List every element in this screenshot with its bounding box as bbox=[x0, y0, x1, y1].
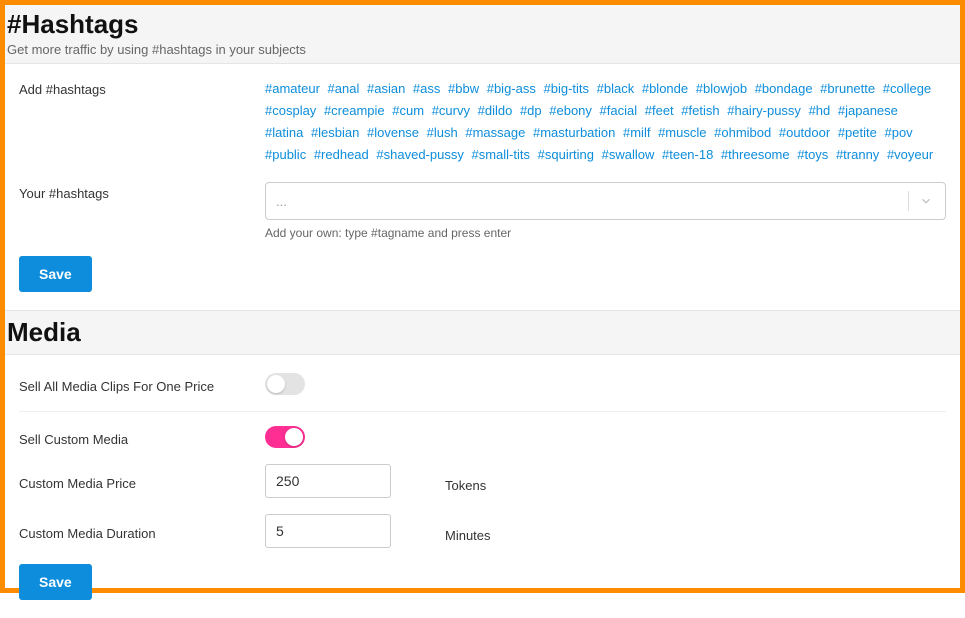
hashtag-link[interactable]: #cosplay bbox=[265, 103, 316, 118]
media-title: Media bbox=[7, 317, 958, 348]
hashtag-link[interactable]: #lush bbox=[427, 125, 458, 140]
hashtag-link[interactable]: #hd bbox=[809, 103, 831, 118]
toggle-knob bbox=[285, 428, 303, 446]
hashtags-body: Add #hashtags #amateur #anal #asian #ass… bbox=[5, 64, 960, 310]
hashtag-link[interactable]: #ass bbox=[413, 81, 440, 96]
divider bbox=[19, 411, 946, 412]
hashtag-link[interactable]: #tranny bbox=[836, 147, 879, 162]
hashtag-link[interactable]: #amateur bbox=[265, 81, 320, 96]
hashtag-link[interactable]: #dildo bbox=[478, 103, 513, 118]
hashtag-link[interactable]: #curvy bbox=[432, 103, 470, 118]
hashtag-link[interactable]: #hairy-pussy bbox=[727, 103, 801, 118]
your-hashtags-select[interactable]: ... bbox=[265, 182, 946, 220]
your-hashtags-label: Your #hashtags bbox=[19, 182, 265, 201]
hashtag-link[interactable]: #facial bbox=[600, 103, 638, 118]
add-hashtags-label: Add #hashtags bbox=[19, 78, 265, 97]
hashtag-link[interactable]: #blowjob bbox=[696, 81, 747, 96]
hashtag-link[interactable]: #petite bbox=[838, 125, 877, 140]
select-divider bbox=[908, 191, 909, 211]
sell-all-label: Sell All Media Clips For One Price bbox=[19, 375, 265, 394]
hashtag-link[interactable]: #black bbox=[597, 81, 635, 96]
hashtag-link[interactable]: #milf bbox=[623, 125, 650, 140]
hashtag-link[interactable]: #shaved-pussy bbox=[376, 147, 463, 162]
hashtag-link[interactable]: #swallow bbox=[602, 147, 655, 162]
hashtag-link[interactable]: #cum bbox=[392, 103, 424, 118]
hashtag-link[interactable]: #masturbation bbox=[533, 125, 615, 140]
hashtag-link[interactable]: #bondage bbox=[755, 81, 813, 96]
hashtag-link[interactable]: #blonde bbox=[642, 81, 688, 96]
custom-duration-input[interactable] bbox=[265, 514, 391, 548]
custom-price-input[interactable] bbox=[265, 464, 391, 498]
hashtag-link[interactable]: #anal bbox=[328, 81, 360, 96]
hashtag-link[interactable]: #big-ass bbox=[487, 81, 536, 96]
sell-custom-label: Sell Custom Media bbox=[19, 428, 265, 447]
hashtag-link[interactable]: #outdoor bbox=[779, 125, 830, 140]
hashtag-link[interactable]: #pov bbox=[884, 125, 912, 140]
hashtag-link[interactable]: #squirting bbox=[538, 147, 594, 162]
hashtag-link[interactable]: #public bbox=[265, 147, 306, 162]
sell-custom-toggle[interactable] bbox=[265, 426, 305, 448]
hashtag-link[interactable]: #lesbian bbox=[311, 125, 359, 140]
duration-suffix: Minutes bbox=[391, 520, 511, 543]
toggle-knob bbox=[267, 375, 285, 393]
media-body: Sell All Media Clips For One Price Sell … bbox=[5, 355, 960, 618]
media-save-button[interactable]: Save bbox=[19, 564, 92, 600]
hashtags-subtitle: Get more traffic by using #hashtags in y… bbox=[7, 42, 958, 57]
hashtag-link[interactable]: #college bbox=[883, 81, 931, 96]
hashtag-link[interactable]: #lovense bbox=[367, 125, 419, 140]
hashtag-link[interactable]: #feet bbox=[645, 103, 674, 118]
hashtag-link[interactable]: #muscle bbox=[658, 125, 706, 140]
hashtag-link[interactable]: #fetish bbox=[681, 103, 719, 118]
hashtag-link[interactable]: #asian bbox=[367, 81, 405, 96]
hashtag-link[interactable]: #ebony bbox=[549, 103, 592, 118]
hashtag-list: #amateur #anal #asian #ass #bbw #big-ass… bbox=[265, 78, 946, 166]
select-placeholder: ... bbox=[276, 194, 287, 209]
hashtag-link[interactable]: #toys bbox=[797, 147, 828, 162]
custom-price-label: Custom Media Price bbox=[19, 472, 265, 491]
hashtag-link[interactable]: #small-tits bbox=[471, 147, 530, 162]
hashtags-save-button[interactable]: Save bbox=[19, 256, 92, 292]
hashtag-link[interactable]: #massage bbox=[465, 125, 525, 140]
hashtag-link[interactable]: #dp bbox=[520, 103, 542, 118]
hashtag-link[interactable]: #voyeur bbox=[887, 147, 933, 162]
price-suffix: Tokens bbox=[391, 470, 511, 493]
hashtag-link[interactable]: #big-tits bbox=[543, 81, 589, 96]
custom-duration-label: Custom Media Duration bbox=[19, 522, 265, 541]
sell-all-toggle[interactable] bbox=[265, 373, 305, 395]
hashtag-hint: Add your own: type #tagname and press en… bbox=[265, 226, 946, 240]
chevron-down-icon bbox=[919, 194, 933, 208]
hashtag-link[interactable]: #teen-18 bbox=[662, 147, 713, 162]
hashtag-link[interactable]: #brunette bbox=[820, 81, 875, 96]
hashtags-title: #Hashtags bbox=[7, 9, 958, 40]
hashtag-link[interactable]: #japanese bbox=[838, 103, 898, 118]
hashtag-link[interactable]: #latina bbox=[265, 125, 303, 140]
hashtag-link[interactable]: #creampie bbox=[324, 103, 385, 118]
hashtag-link[interactable]: #redhead bbox=[314, 147, 369, 162]
hashtags-section-header: #Hashtags Get more traffic by using #has… bbox=[5, 5, 960, 64]
hashtag-link[interactable]: #bbw bbox=[448, 81, 479, 96]
hashtag-link[interactable]: #ohmibod bbox=[714, 125, 771, 140]
hashtag-link[interactable]: #threesome bbox=[721, 147, 790, 162]
media-section-header: Media bbox=[5, 310, 960, 355]
